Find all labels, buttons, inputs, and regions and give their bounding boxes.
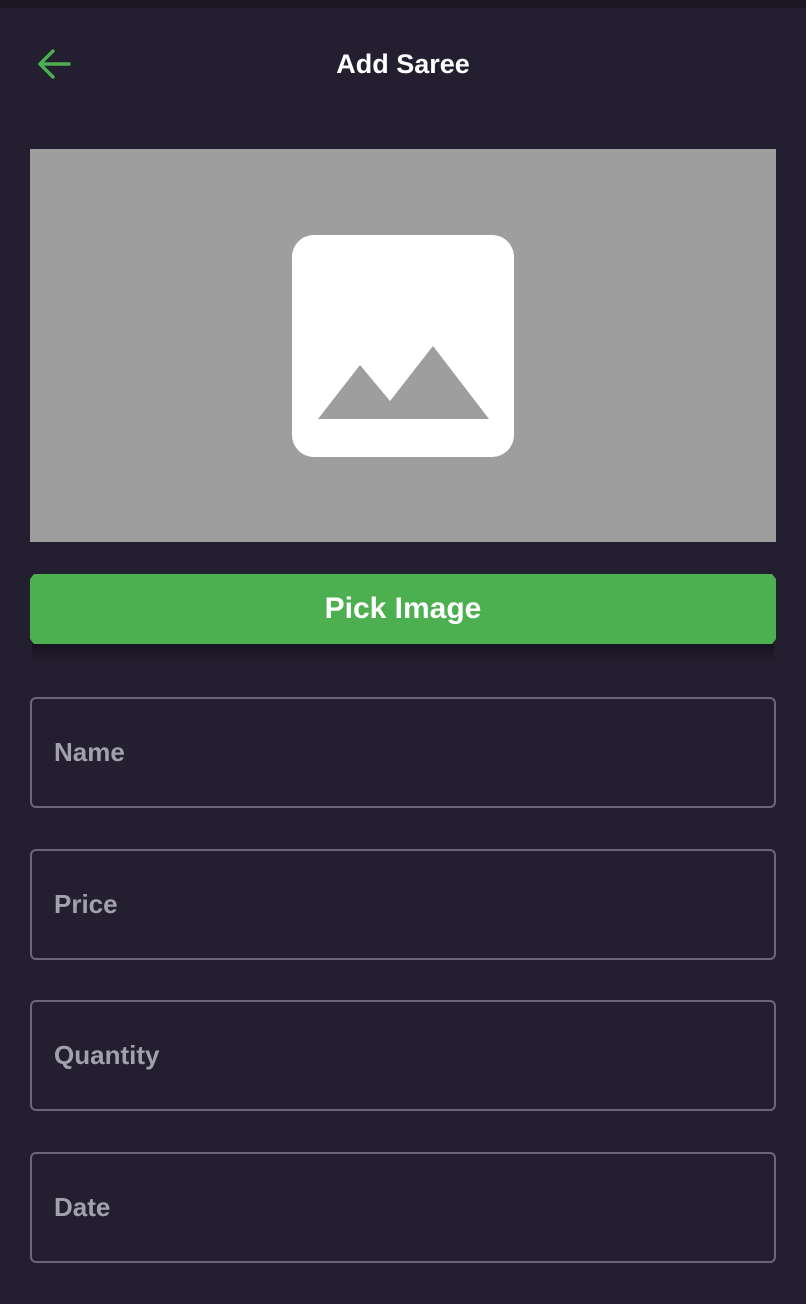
app-bar: Add Saree: [0, 8, 806, 120]
price-input[interactable]: [54, 851, 754, 958]
name-input[interactable]: [54, 699, 754, 806]
quantity-field[interactable]: [30, 1000, 776, 1111]
image-preview[interactable]: [30, 149, 776, 542]
pick-image-button[interactable]: Pick Image: [30, 574, 776, 644]
arrow-left-icon: [38, 49, 71, 79]
quantity-input[interactable]: [54, 1002, 754, 1109]
date-input[interactable]: [54, 1154, 754, 1261]
back-button[interactable]: [26, 38, 82, 90]
price-field[interactable]: [30, 849, 776, 960]
page-title: Add Saree: [336, 49, 470, 79]
image-placeholder-icon: [292, 234, 514, 457]
pick-button-shadow: [32, 644, 774, 662]
date-field[interactable]: [30, 1152, 776, 1263]
status-bar: [0, 0, 806, 8]
name-field[interactable]: [30, 697, 776, 808]
